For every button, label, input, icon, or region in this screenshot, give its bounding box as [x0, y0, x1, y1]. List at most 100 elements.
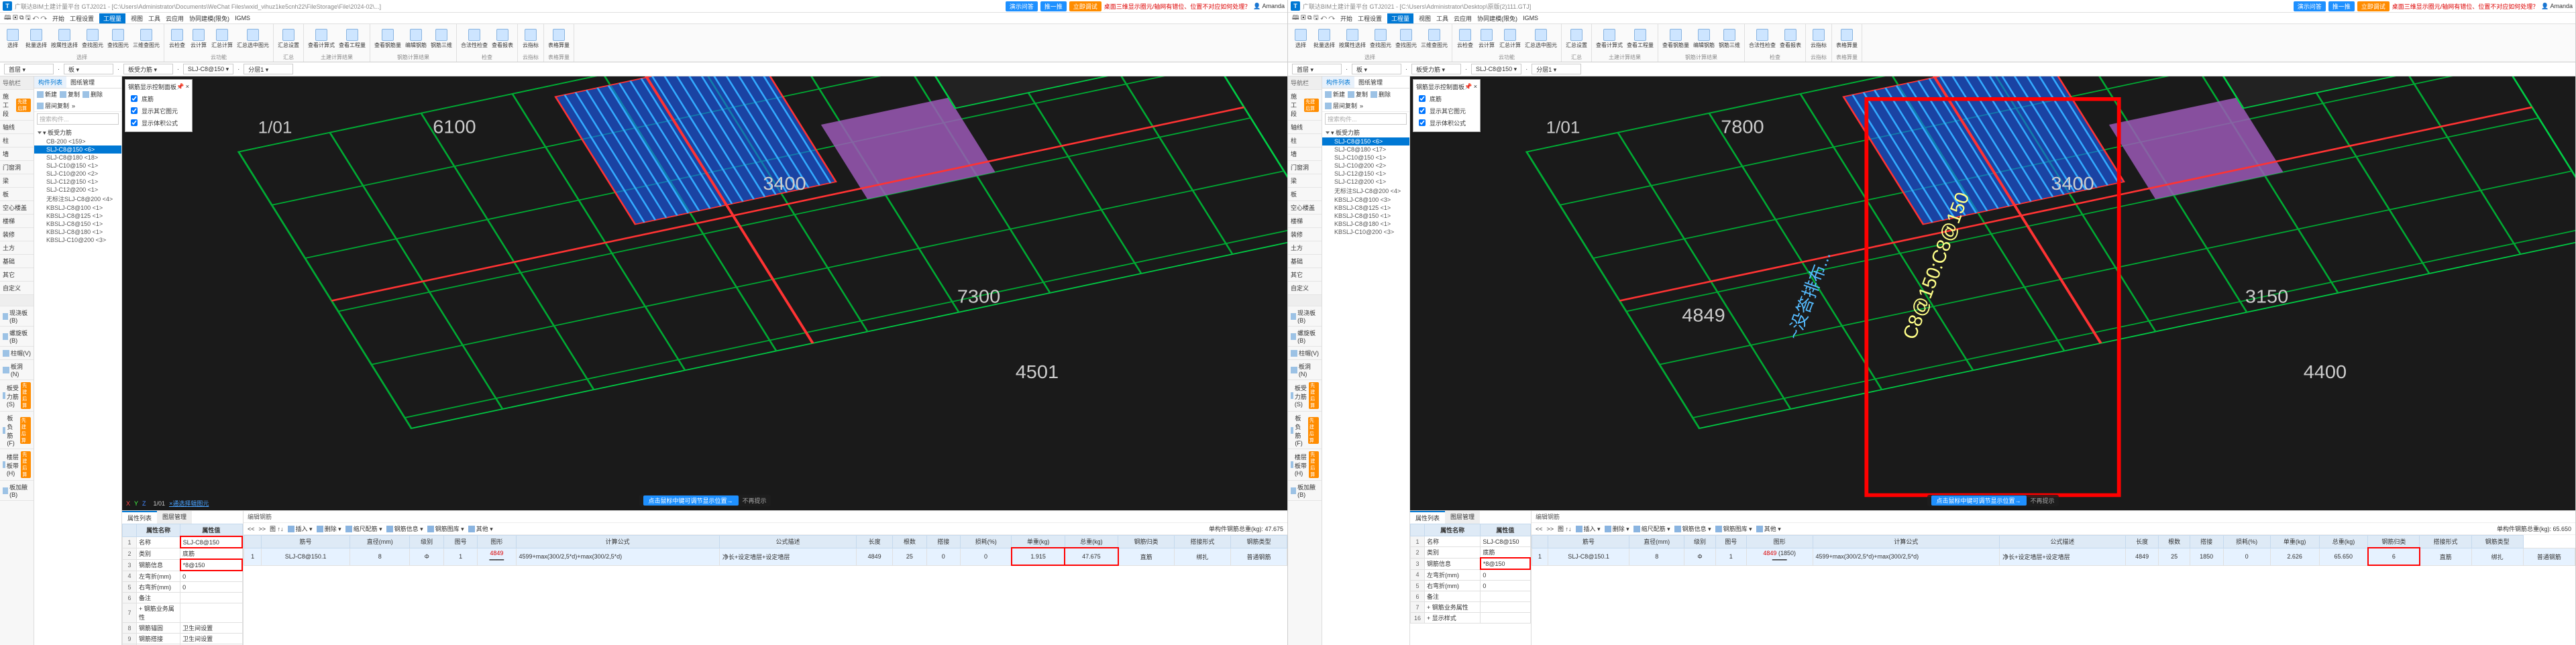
tree-item[interactable]: KBSLJ-C10@200 <3> [34, 236, 121, 244]
tree-item[interactable]: SLJ-C8@150 <6> [34, 145, 121, 154]
nav-sub[interactable]: 现浇板(B) [0, 306, 34, 327]
tree-item[interactable]: KBSLJ-C8@100 <1> [34, 204, 121, 212]
nav-sub[interactable]: 柱帽(V) [1288, 347, 1322, 360]
prop-tab[interactable]: 图层管理 [1445, 511, 1480, 524]
edit-tool[interactable]: 其他 ▾ [1756, 524, 1781, 533]
nav-sub[interactable]: 板加腋(B) [0, 481, 34, 501]
rebar-display-panel[interactable]: 钢筋显示控制面板📌 × 底筋显示其它图元显示体积公式 [125, 79, 193, 132]
ribbon-汇总计算[interactable]: 汇总计算 [1498, 28, 1522, 50]
nav-sub[interactable]: 螺旋板(B) [0, 327, 34, 347]
ribbon-查找图元[interactable]: 查找图元 [80, 28, 105, 50]
menu-工程设置[interactable]: 工程设置 [70, 14, 94, 23]
edit-tool[interactable]: 删除 ▾ [1605, 524, 1629, 533]
warning-text[interactable]: 桌面三维显示圈元/轴网有错位、位置不对应如何处理？ [2392, 2, 2539, 11]
nav-cat[interactable]: 楼梯 [0, 215, 34, 228]
menu-视图[interactable]: 视图 [131, 14, 143, 23]
menu-工程量[interactable]: 工程量 [99, 13, 125, 23]
menu-工具[interactable]: 工具 [148, 14, 160, 23]
nav-cat[interactable]: 门窗洞 [0, 161, 34, 174]
view-tip-dismiss[interactable]: 不再提示 [743, 496, 767, 505]
tree-item[interactable]: KBSLJ-C8@125 <1> [1322, 204, 1409, 212]
float-check[interactable] [1419, 95, 1426, 102]
tree-item[interactable]: KBSLJ-C10@200 <3> [1322, 228, 1409, 236]
tree-item[interactable]: SLJ-C8@180 <17> [1322, 145, 1409, 154]
tree-root[interactable]: ▾ 板受力筋 [1322, 127, 1409, 137]
nav-cat[interactable]: 装修 [1288, 228, 1322, 241]
nav-sub[interactable]: 楼层板带(H)先建后算 [0, 449, 34, 481]
rebar-display-panel[interactable]: 钢筋显示控制面板📌 × 底筋显示其它图元显示体积公式 [1413, 79, 1481, 132]
ribbon-表格算量[interactable]: 表格算量 [547, 28, 571, 50]
nav-cat[interactable]: 施工段先建后算 [1288, 90, 1322, 121]
mid-tab[interactable]: 图纸管理 [1354, 76, 1387, 88]
ribbon-按属性选择[interactable]: 按属性选择 [50, 28, 79, 50]
ribbon-三维查图元[interactable]: 三维查图元 [131, 28, 161, 50]
ribbon-钢筋三维[interactable]: 钢筋三维 [1717, 28, 1741, 50]
ribbon-汇总设置[interactable]: 汇总设置 [1564, 28, 1589, 50]
menu-工具[interactable]: 工具 [1436, 14, 1448, 23]
ribbon-查看计算式[interactable]: 查看计算式 [1595, 28, 1624, 50]
edit-tool[interactable]: 缩尺配筋 ▾ [1633, 524, 1670, 533]
prop-tab[interactable]: 属性列表 [122, 511, 157, 524]
mid-tool-复制[interactable]: 复制 [60, 90, 80, 99]
forward-button[interactable]: 推一推 [1040, 1, 1067, 11]
mid-tool-层间复制[interactable]: 层间复制 [37, 101, 69, 110]
tree-item[interactable]: KBSLJ-C8@100 <3> [1322, 196, 1409, 204]
ribbon-查找图元[interactable]: 查找图元 [1368, 28, 1393, 50]
tree-item[interactable]: KBSLJ-C8@125 <1> [34, 212, 121, 220]
ribbon-查找图元[interactable]: 查找图元 [106, 28, 130, 50]
nav-cat[interactable]: 自定义 [1288, 282, 1322, 295]
nav-cat[interactable]: 土方 [0, 241, 34, 255]
float-check[interactable] [131, 119, 138, 126]
edit-tool[interactable]: 其他 ▾ [468, 524, 493, 533]
tree-item[interactable]: KBSLJ-C8@180 <1> [1322, 220, 1409, 228]
nav-cat[interactable]: 轴线 [0, 121, 34, 134]
nav-sub[interactable]: 板负筋(F)先建后算 [0, 412, 34, 449]
ribbon-选择[interactable]: 选择 [3, 28, 23, 50]
ribbon-查看报表[interactable]: 查看报表 [490, 28, 515, 50]
menu-IGMS[interactable]: IGMS [235, 15, 250, 21]
nav-sub[interactable]: 柱帽(V) [0, 347, 34, 360]
edit-tool[interactable]: 钢筋图库 ▾ [1715, 524, 1752, 533]
mid-tool-层间复制[interactable]: 层间复制 [1325, 101, 1357, 110]
3d-viewport[interactable]: 7800 3400 3150 4400 4849 1/01 C8@150:C8@… [1410, 76, 2575, 510]
ribbon-查看钢筋量[interactable]: 查看钢筋量 [1661, 28, 1690, 50]
tree-item[interactable]: KBSLJ-C8@180 <1> [34, 228, 121, 236]
float-check[interactable] [1419, 107, 1426, 114]
warning-text[interactable]: 桌面三维显示圈元/轴网有错位、位置不对应如何处理？ [1104, 2, 1251, 11]
nav-cat[interactable]: 门窗洞 [1288, 161, 1322, 174]
view-tip-dismiss[interactable]: 不再提示 [2031, 496, 2055, 505]
menu-工程设置[interactable]: 工程设置 [1358, 14, 1382, 23]
type-select[interactable]: 板 ▾ [1352, 64, 1401, 74]
mid-tab[interactable]: 构件列表 [1322, 76, 1354, 88]
nav-sub[interactable]: 板负筋(F)先建后算 [1288, 412, 1322, 449]
nav-cat[interactable]: 自定义 [0, 282, 34, 295]
ribbon-三维查图元[interactable]: 三维查图元 [1419, 28, 1449, 50]
ribbon-云指标[interactable]: 云指标 [1809, 28, 1829, 50]
tree-item[interactable]: CB-200 <159> [34, 137, 121, 145]
menu-开始[interactable]: 开始 [52, 14, 64, 23]
edit-tool[interactable]: 钢筋信息 ▾ [1674, 524, 1711, 533]
layer-select[interactable]: 首层 ▾ [4, 64, 54, 74]
sublayer-select[interactable]: 分层1 ▾ [1532, 64, 1581, 74]
ribbon-查看报表[interactable]: 查看报表 [1778, 28, 1803, 50]
ribbon-合法性检查[interactable]: 合法性检查 [1748, 28, 1777, 50]
mid-tab[interactable]: 构件列表 [34, 76, 66, 88]
demo-button[interactable]: 演示问答 [2294, 1, 2326, 11]
nav-cat[interactable]: 柱 [1288, 134, 1322, 148]
float-check[interactable] [131, 95, 138, 102]
sublayer-select[interactable]: 分层1 ▾ [244, 64, 293, 74]
nav-sub[interactable]: 楼层板带(H)先建后算 [1288, 449, 1322, 481]
nav-cat[interactable]: 墙 [1288, 148, 1322, 161]
ribbon-云检查[interactable]: 云检查 [167, 28, 187, 50]
nav-cat[interactable]: 板 [0, 188, 34, 201]
mid-tab[interactable]: 图纸管理 [66, 76, 99, 88]
tree-item[interactable]: SLJ-C12@200 <1> [34, 186, 121, 194]
nav-sub[interactable]: 板受力筋(S)先建后算 [0, 380, 34, 412]
nav-cat[interactable]: 柱 [0, 134, 34, 148]
edit-tool[interactable]: 钢筋图库 ▾ [427, 524, 464, 533]
view-tip-button[interactable]: 点击鼠标中键可调节显示位置→ [1931, 495, 2026, 506]
nav-sub[interactable]: 螺旋板(B) [1288, 327, 1322, 347]
tree-item[interactable]: KBSLJ-C8@150 <1> [1322, 212, 1409, 220]
tree-root[interactable]: ▾ 板受力筋 [34, 127, 121, 137]
menu-协同建模(限免)[interactable]: 协同建模(限免) [1477, 14, 1517, 23]
